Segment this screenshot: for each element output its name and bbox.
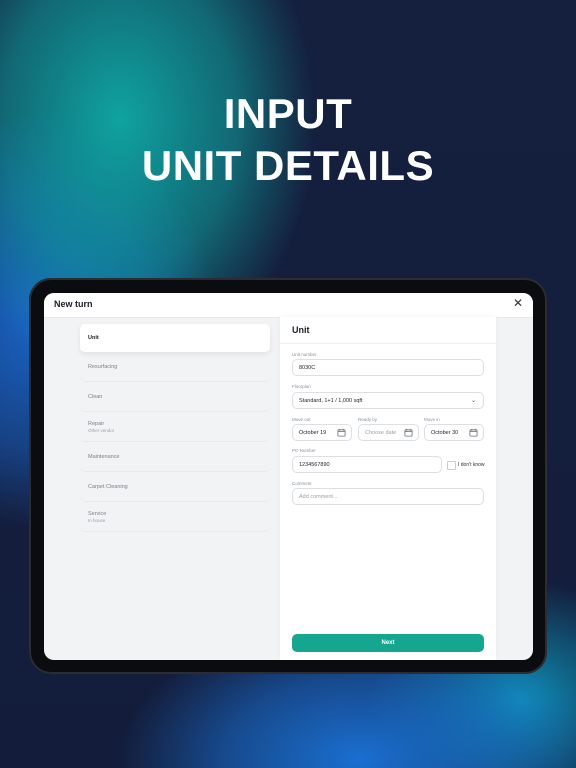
- po-number-label: PO Number: [292, 448, 316, 453]
- sidebar-item-sublabel: Other vendor: [88, 428, 115, 433]
- sidebar-item-sublabel: In house: [88, 518, 106, 523]
- sidebar-item-label: Unit: [88, 335, 99, 341]
- ready-by-date-field[interactable]: Choose date: [358, 424, 419, 441]
- move-in-date-field[interactable]: October 30: [424, 424, 484, 441]
- sidebar-item-maintenance[interactable]: Maintenance: [80, 443, 270, 472]
- sidebar-item-service[interactable]: Service In house: [80, 503, 270, 532]
- divider: [280, 343, 496, 344]
- sidebar-item-repair[interactable]: Repair Other vendor: [80, 413, 270, 442]
- calendar-icon: [337, 428, 346, 437]
- modal-title: New turn: [54, 299, 93, 309]
- unit-number-input[interactable]: 8030C: [292, 359, 484, 376]
- comment-input[interactable]: Add comment...: [292, 488, 484, 505]
- calendar-icon: [404, 428, 413, 437]
- headline-line-2: UNIT DETAILS: [141, 142, 435, 189]
- headline: INPUT UNIT DETAILS: [0, 88, 576, 192]
- sidebar-item-label: Resurfacing: [88, 364, 118, 370]
- sidebar-item-unit[interactable]: Unit: [80, 324, 270, 352]
- next-button[interactable]: Next: [292, 634, 484, 652]
- sidebar-item-label: Carpet Cleaning: [88, 484, 128, 490]
- move-out-value: October 19: [299, 429, 327, 436]
- sidebar-item-clean[interactable]: Clean: [80, 383, 270, 412]
- tablet-screen: New turn ✕ Unit Resurfacing Clean Repair…: [44, 293, 533, 660]
- sidebar-item-label: Service: [88, 511, 107, 517]
- step-sidebar: Unit Resurfacing Clean Repair Other vend…: [80, 324, 270, 533]
- sidebar-item-label: Clean: [88, 394, 103, 400]
- floorplan-select[interactable]: Standard, 1+1 / 1,000 sqft ⌄: [292, 392, 484, 409]
- po-number-input[interactable]: 1234567890: [292, 456, 442, 473]
- sidebar-item-resurfacing[interactable]: Resurfacing: [80, 353, 270, 382]
- ready-by-label: Ready by: [358, 417, 378, 422]
- sidebar-item-label: Repair: [88, 421, 105, 427]
- move-in-label: Move in: [424, 417, 440, 422]
- ready-by-placeholder: Choose date: [365, 429, 397, 436]
- chevron-down-icon: ⌄: [470, 398, 476, 404]
- dont-know-label: I don't know: [458, 462, 485, 468]
- floorplan-value: Standard, 1+1 / 1,000 sqft: [299, 397, 363, 404]
- floorplan-label: Floorplan: [292, 384, 311, 389]
- sidebar-item-carpet-cleaning[interactable]: Carpet Cleaning: [80, 473, 270, 502]
- move-out-date-field[interactable]: October 19: [292, 424, 352, 441]
- dont-know-checkbox[interactable]: [447, 461, 456, 470]
- sidebar-item-label: Maintenance: [88, 454, 120, 460]
- calendar-icon: [469, 428, 478, 437]
- modal-header: New turn ✕: [44, 293, 533, 318]
- form-title: Unit: [292, 325, 310, 335]
- move-in-value: October 30: [431, 429, 459, 436]
- headline-line-1: INPUT: [223, 90, 353, 137]
- comment-label: Comment: [292, 481, 312, 486]
- unit-number-label: Unit number: [292, 352, 317, 357]
- unit-form-panel: Unit Unit number 8030C Floorplan Standar…: [280, 317, 496, 660]
- move-out-label: Move out: [292, 417, 311, 422]
- close-icon[interactable]: ✕: [513, 296, 523, 310]
